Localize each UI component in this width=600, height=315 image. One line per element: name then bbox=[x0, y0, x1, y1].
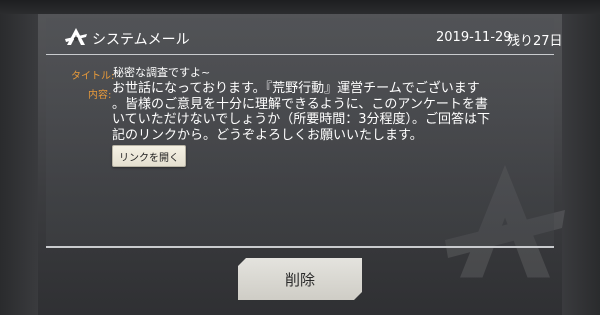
game-emblem-icon bbox=[65, 28, 87, 45]
mail-subject: 秘密な調査ですよ~ bbox=[113, 66, 211, 79]
open-link-button[interactable]: リンクを開く bbox=[112, 145, 186, 167]
top-bar bbox=[0, 0, 600, 14]
days-remaining: 残り27日 bbox=[507, 34, 563, 49]
mail-body-line: 。皆様のご意見を十分に理解できるように、このアンケートを書 bbox=[112, 96, 488, 112]
background-edge-left bbox=[0, 0, 38, 315]
header-divider bbox=[46, 54, 554, 55]
mail-date: 2019-11-29 bbox=[436, 30, 512, 45]
delete-button[interactable]: 削除 bbox=[238, 258, 362, 300]
footer-divider bbox=[46, 246, 554, 248]
subject-label: タイトル: bbox=[71, 71, 115, 82]
content-label: 内容: bbox=[88, 90, 112, 101]
mail-body-line: 記のリンクから。どうぞよろしくお願いいたします。 bbox=[112, 127, 423, 143]
window-title: システムメール bbox=[92, 32, 190, 48]
mail-body-line: いていただけないでしょうか（所要時間：3分程度）。ご回答は下 bbox=[112, 112, 490, 127]
mail-body-line: お世話になっております。『荒野行動』運営チームでございます bbox=[112, 81, 480, 96]
mail-body: お世話になっております。『荒野行動』運営チームでございます 。皆様のご意見を十分… bbox=[112, 81, 542, 143]
